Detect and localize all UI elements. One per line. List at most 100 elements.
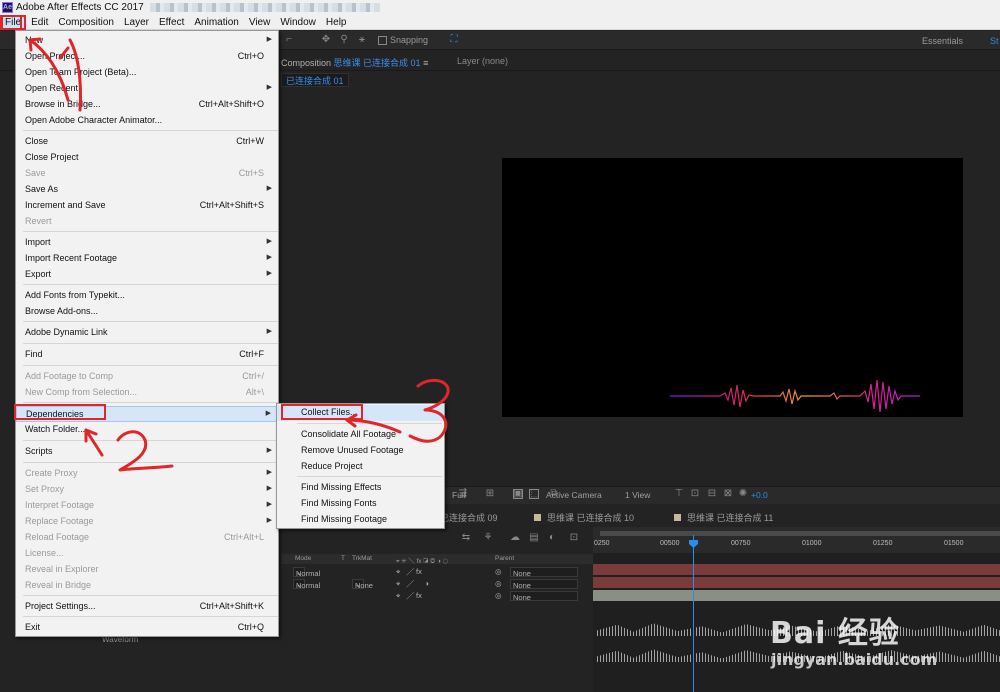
pickwhip-icon[interactable]: ◎ (495, 579, 502, 588)
layer-bar-1[interactable] (593, 564, 1000, 575)
menu-item-save-as[interactable]: Save As ▶ (16, 182, 278, 198)
toggle-pixel-aspect-icon[interactable]: ⊤ (673, 488, 685, 500)
submenu-item-find-missing-footage[interactable]: Find Missing Footage (277, 512, 444, 528)
menu-effect[interactable]: Effect (154, 15, 189, 30)
menu-item-shortcut: Ctrl+Alt+L (223, 532, 264, 542)
parent-dropdown[interactable]: None (510, 591, 578, 602)
exposure-icon[interactable]: ✺ (737, 488, 749, 500)
mode-dropdown[interactable]: Normal ⌄ (293, 579, 320, 590)
menu-item-watch-folder[interactable]: Watch Folder... (16, 422, 278, 438)
menu-separator (23, 402, 278, 403)
snapping-toggle[interactable]: Snapping (378, 35, 428, 45)
menu-item-open-project[interactable]: Open Project... Ctrl+O (16, 49, 278, 65)
active-camera-select[interactable]: Active Camera (546, 490, 602, 500)
mode-dropdown[interactable]: Normal ⌄ (293, 567, 320, 578)
menu-item-open-recent[interactable]: Open Recent ▶ (16, 81, 278, 97)
menu-item-exit[interactable]: Exit Ctrl+Q (16, 620, 278, 636)
shape-tool-icon[interactable]: ⌐ (283, 34, 295, 46)
shy-layers-icon[interactable]: ☁ (509, 532, 521, 544)
menu-item-open-adobe-character-animator[interactable]: Open Adobe Character Animator... (16, 113, 278, 129)
menu-item-label: Add Fonts from Typekit... (25, 290, 125, 300)
menu-window[interactable]: Window (275, 15, 321, 30)
parent-dropdown[interactable]: None (510, 579, 578, 590)
composition-breadcrumb[interactable]: 已连接合成 01 (281, 73, 349, 87)
layer-switches[interactable]: ⌖ ╱ fx (396, 567, 422, 577)
graph-editor-icon[interactable]: ⊡ (568, 532, 580, 544)
pickwhip-icon[interactable]: ◎ (495, 591, 502, 600)
submenu-item-consolidate-all-footage[interactable]: Consolidate All Footage (277, 427, 444, 443)
view-layout-select[interactable]: 1 View (625, 490, 650, 500)
transparency-grid-icon[interactable]: ⊞ (484, 488, 496, 500)
menu-item-import-recent-footage[interactable]: Import Recent Footage ▶ (16, 251, 278, 267)
menu-item-close[interactable]: Close Ctrl+W (16, 134, 278, 150)
snapping-checkbox[interactable] (378, 35, 387, 45)
layer-row-3[interactable]: ⌖ ╱ fx ◎ None (281, 590, 593, 602)
submenu-arrow-icon: ▶ (265, 410, 271, 417)
menu-view[interactable]: View (244, 15, 276, 30)
snap-options-icon[interactable]: ⛶ (448, 34, 460, 46)
puppet-pin-tool-icon[interactable]: ✥ (320, 34, 332, 46)
menu-item-label: Reload Footage (25, 532, 90, 542)
menu-item-scripts[interactable]: Scripts ▶ (16, 444, 278, 460)
submenu-item-remove-unused-footage[interactable]: Remove Unused Footage (277, 443, 444, 459)
menu-animation[interactable]: Animation (189, 15, 243, 30)
submenu-arrow-icon: ▶ (266, 328, 272, 335)
region-box-icon[interactable] (513, 489, 523, 499)
pickwhip-icon[interactable]: ◎ (495, 567, 502, 576)
layer-switches[interactable]: ⌖ ╱ ◑ (396, 579, 429, 589)
menu-item-import[interactable]: Import ▶ (16, 235, 278, 251)
menu-separator (23, 284, 278, 285)
menu-item-increment-and-save[interactable]: Increment and Save Ctrl+Alt+Shift+S (16, 198, 278, 214)
submenu-item-find-missing-effects[interactable]: Find Missing Effects (277, 480, 444, 496)
motion-blur-icon[interactable]: ◐ (546, 532, 558, 544)
layer-tab[interactable]: Layer (none) (457, 56, 508, 66)
menu-edit[interactable]: Edit (26, 15, 53, 30)
menu-item-browse-add-ons[interactable]: Browse Add-ons... (16, 304, 278, 320)
timeline-tab-09[interactable]: 已连接合成 09 (440, 511, 498, 524)
parent-dropdown[interactable]: None (510, 567, 578, 578)
menu-item-project-settings[interactable]: Project Settings... Ctrl+Alt+Shift+K (16, 599, 278, 615)
mode-value: Normal (296, 569, 321, 578)
resolution-select[interactable]: Full (452, 490, 466, 500)
menu-help[interactable]: Help (321, 15, 352, 30)
workspace-essentials[interactable]: Essentials (922, 36, 963, 46)
fast-draft-icon[interactable]: ⊡ (689, 488, 701, 500)
menu-item-label: Add Footage to Comp (25, 371, 114, 381)
timeline-tab-11[interactable]: 思维课 已连接合成 11 (674, 511, 773, 524)
layer-row-1[interactable]: Normal ⌄ ⌖ ╱ fx ◎ None (281, 566, 593, 578)
layer-bar-2[interactable] (593, 577, 1000, 588)
title-bar: Ae Adobe After Effects CC 2017 (0, 0, 1000, 15)
workspace-next[interactable]: St (990, 36, 999, 46)
snapshot-icon[interactable]: ⊠ (722, 488, 734, 500)
layer-bar-3[interactable] (593, 590, 1000, 601)
trkmat-dropdown[interactable]: None ⌄ (352, 579, 373, 590)
menu-item-find[interactable]: Find Ctrl+F (16, 347, 278, 363)
submenu-item-find-missing-fonts[interactable]: Find Missing Fonts (277, 496, 444, 512)
timeline-link-icon[interactable]: ⊟ (706, 488, 718, 500)
menu-item-export[interactable]: Export ▶ (16, 267, 278, 283)
menu-item-close-project[interactable]: Close Project (16, 150, 278, 166)
menu-item-adobe-dynamic-link[interactable]: Adobe Dynamic Link ▶ (16, 325, 278, 341)
timeline-tab-10[interactable]: 思维课 已连接合成 10 (534, 511, 634, 524)
layer-switches[interactable]: ⌖ ╱ fx (396, 591, 422, 601)
menu-item-add-fonts-from-typekit[interactable]: Add Fonts from Typekit... (16, 288, 278, 304)
exposure-value[interactable]: +0.0 (751, 490, 768, 500)
menu-item-browse-in-bridge[interactable]: Browse in Bridge... Ctrl+Alt+Shift+O (16, 97, 278, 113)
comp-mini-flowchart-icon[interactable]: ⇆ (460, 532, 472, 544)
menu-item-new[interactable]: New ▶ (16, 33, 278, 49)
puppet-starch-tool-icon[interactable]: ⚹ (356, 34, 368, 46)
work-area-bar[interactable] (600, 531, 1000, 536)
puppet-overlap-tool-icon[interactable]: ⚲ (338, 34, 350, 46)
transparency-box-icon[interactable] (529, 489, 539, 499)
menu-item-open-team-project-beta[interactable]: Open Team Project (Beta)... (16, 65, 278, 81)
current-time-indicator[interactable] (693, 535, 694, 692)
layer-row-2[interactable]: Normal ⌄ None ⌄ ⌖ ╱ ◑ ◎ None (281, 578, 593, 590)
frame-blending-icon[interactable]: ▤ (528, 532, 540, 544)
menu-layer[interactable]: Layer (119, 15, 154, 30)
submenu-item-label: Find Missing Effects (301, 482, 382, 492)
panel-menu-icon[interactable]: ≡ (423, 58, 428, 68)
menu-composition[interactable]: Composition (53, 15, 119, 30)
draft-3d-icon[interactable]: ⚘ (482, 532, 494, 544)
submenu-item-reduce-project[interactable]: Reduce Project (277, 459, 444, 475)
composition-tab[interactable]: Composition 思维课 已连接合成 01 ≡ (281, 56, 428, 69)
